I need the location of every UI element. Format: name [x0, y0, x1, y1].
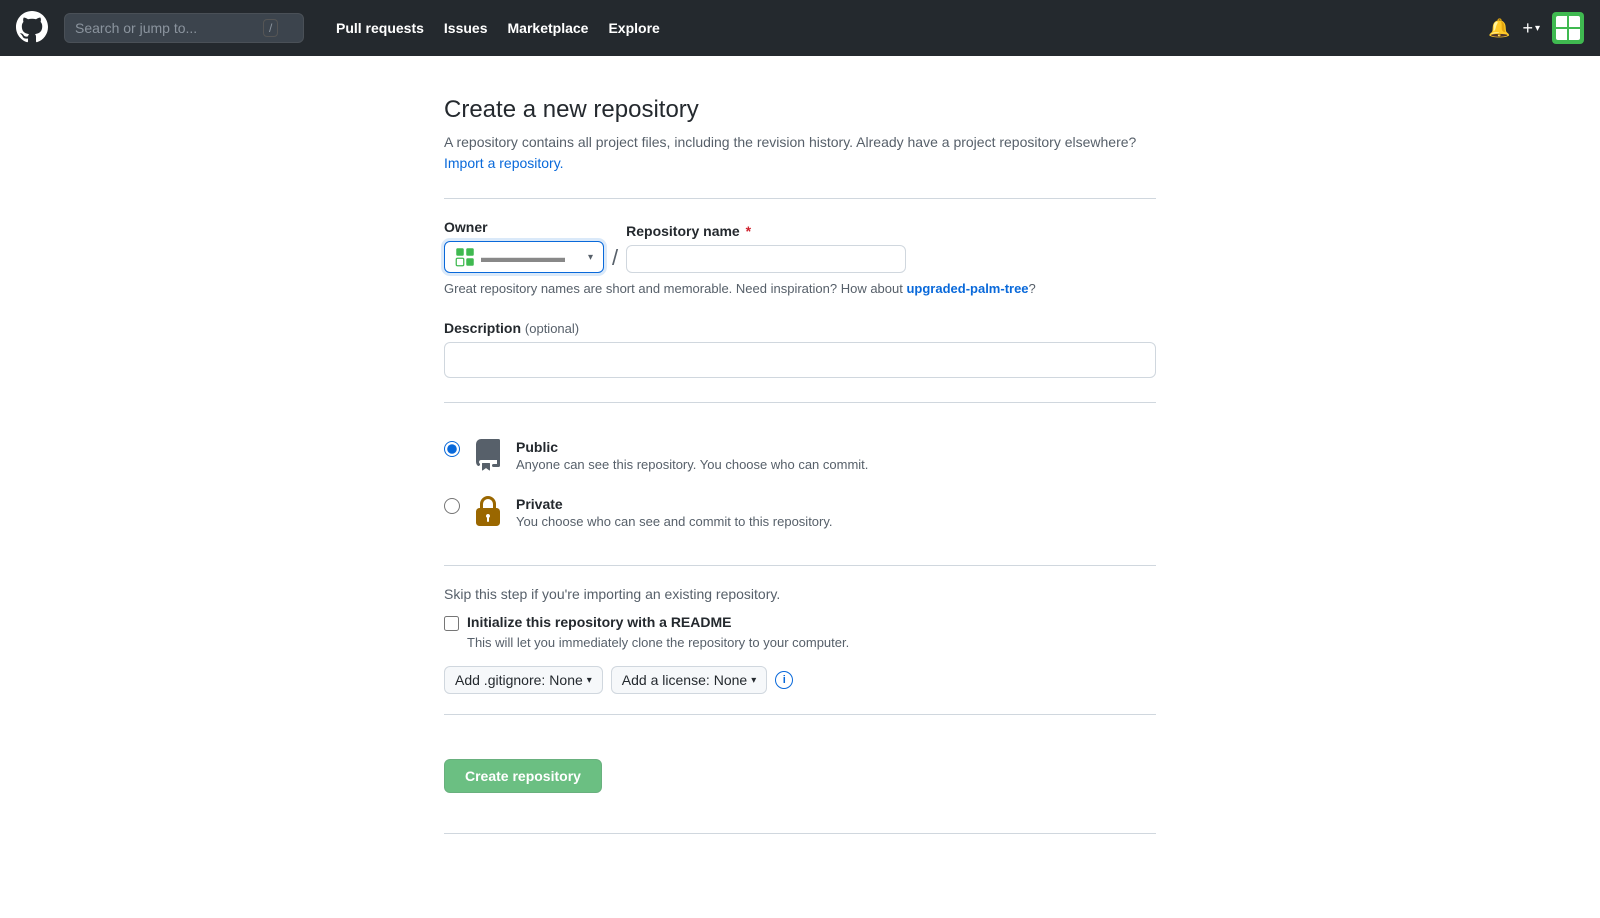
- readme-row: Initialize this repository with a README: [444, 614, 1156, 631]
- plus-label: +: [1522, 18, 1533, 39]
- nav-issues[interactable]: Issues: [436, 14, 496, 42]
- public-title: Public: [516, 439, 1156, 455]
- private-option: Private You choose who can see and commi…: [444, 484, 1156, 541]
- license-value: None: [714, 672, 747, 688]
- search-shortcut: /: [263, 19, 278, 37]
- readme-hint: This will let you immediately clone the …: [467, 635, 1156, 650]
- skip-text: Skip this step if you're importing an ex…: [444, 586, 1156, 602]
- public-repo-icon: [472, 439, 504, 471]
- info-icon[interactable]: i: [775, 671, 793, 689]
- readme-label[interactable]: Initialize this repository with a README: [467, 614, 731, 630]
- public-desc: Anyone can see this repository. You choo…: [516, 457, 1156, 472]
- search-box[interactable]: /: [64, 13, 304, 43]
- owner-label: Owner: [444, 219, 604, 235]
- gitignore-dropdown[interactable]: Add .gitignore: None ▾: [444, 666, 603, 694]
- chevron-down-icon: ▾: [1535, 23, 1540, 34]
- create-repository-button[interactable]: Create repository: [444, 759, 602, 793]
- repo-name-label-text: Repository name: [626, 223, 740, 239]
- private-title: Private: [516, 496, 1156, 512]
- owner-name: ▬▬▬▬▬▬: [481, 249, 582, 265]
- readme-checkbox[interactable]: [444, 616, 459, 631]
- init-section: Skip this step if you're importing an ex…: [444, 586, 1156, 694]
- navbar-links: Pull requests Issues Marketplace Explore: [328, 14, 668, 42]
- gitignore-value: None: [549, 672, 582, 688]
- repo-name-field-group: Repository name *: [626, 223, 906, 273]
- suggestion-link[interactable]: upgraded-palm-tree: [906, 281, 1028, 296]
- new-menu[interactable]: + ▾: [1522, 18, 1540, 39]
- owner-repo-row: Owner ▬▬▬▬▬▬ ▾ / Repository name *: [444, 219, 1156, 273]
- public-option: Public Anyone can see this repository. Y…: [444, 427, 1156, 484]
- gitignore-chevron-icon: ▾: [587, 675, 592, 686]
- visibility-section: Public Anyone can see this repository. Y…: [444, 427, 1156, 541]
- owner-field-group: Owner ▬▬▬▬▬▬ ▾: [444, 219, 604, 273]
- nav-explore[interactable]: Explore: [600, 14, 667, 42]
- gitignore-license-row: Add .gitignore: None ▾ Add a license: No…: [444, 666, 1156, 694]
- public-radio-text: Public Anyone can see this repository. Y…: [516, 439, 1156, 472]
- private-lock-icon: [472, 496, 504, 528]
- search-input[interactable]: [75, 20, 255, 36]
- navbar-right: 🔔 + ▾: [1488, 12, 1584, 44]
- nav-pull-requests[interactable]: Pull requests: [328, 14, 432, 42]
- owner-repo-section: Owner ▬▬▬▬▬▬ ▾ / Repository name *: [444, 219, 1156, 296]
- header-divider: [444, 198, 1156, 199]
- repo-name-input[interactable]: [626, 245, 906, 273]
- private-radio-text: Private You choose who can see and commi…: [516, 496, 1156, 529]
- footer-divider: [444, 833, 1156, 834]
- navbar: / Pull requests Issues Marketplace Explo…: [0, 0, 1600, 56]
- nav-marketplace[interactable]: Marketplace: [500, 14, 597, 42]
- owner-dropdown-icon: ▾: [588, 252, 593, 263]
- description-label: Description (optional): [444, 320, 1156, 336]
- gitignore-label: Add .gitignore:: [455, 672, 545, 688]
- notification-icon[interactable]: 🔔: [1488, 18, 1510, 39]
- description-input[interactable]: [444, 342, 1156, 378]
- repo-name-label: Repository name *: [626, 223, 906, 239]
- license-dropdown[interactable]: Add a license: None ▾: [611, 666, 767, 694]
- main-content: Create a new repository A repository con…: [420, 96, 1180, 834]
- slash-separator: /: [612, 245, 618, 271]
- owner-select[interactable]: ▬▬▬▬▬▬ ▾: [444, 241, 604, 273]
- subtitle-text: A repository contains all project files,…: [444, 134, 1136, 150]
- optional-tag: (optional): [525, 321, 579, 336]
- avatar-icon: [1556, 16, 1580, 40]
- create-divider: [444, 714, 1156, 715]
- license-label: Add a license:: [622, 672, 710, 688]
- mid-divider: [444, 402, 1156, 403]
- github-logo[interactable]: [16, 11, 48, 46]
- private-radio[interactable]: [444, 498, 460, 514]
- bottom-divider: [444, 565, 1156, 566]
- description-section: Description (optional): [444, 320, 1156, 378]
- required-asterisk: *: [746, 223, 751, 239]
- license-chevron-icon: ▾: [751, 675, 756, 686]
- import-link[interactable]: Import a repository.: [444, 155, 564, 171]
- avatar[interactable]: [1552, 12, 1584, 44]
- page-title: Create a new repository: [444, 96, 1156, 124]
- public-radio[interactable]: [444, 441, 460, 457]
- page-subtitle: A repository contains all project files,…: [444, 132, 1156, 174]
- private-desc: You choose who can see and commit to thi…: [516, 514, 1156, 529]
- repo-name-hint: Great repository names are short and mem…: [444, 281, 1156, 296]
- owner-avatar-icon: [455, 247, 475, 267]
